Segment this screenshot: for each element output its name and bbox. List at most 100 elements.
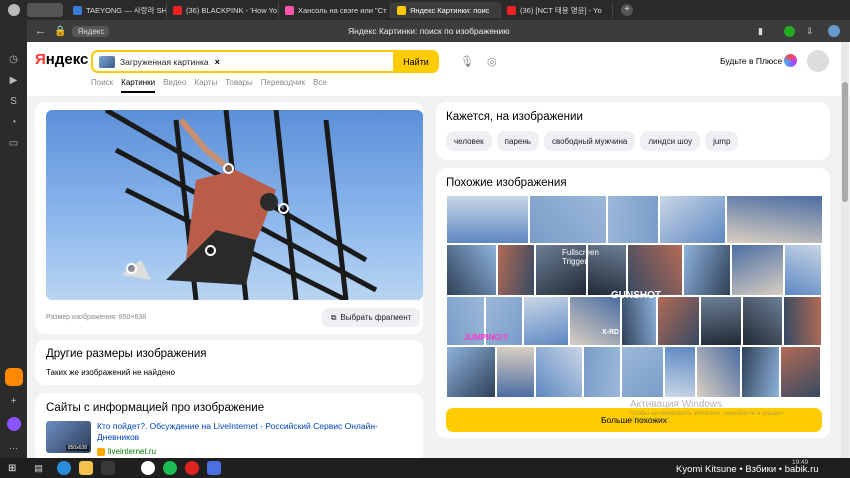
hotspot-marker[interactable] — [278, 203, 289, 214]
new-tab-button[interactable]: + — [621, 4, 633, 16]
query-image[interactable] — [46, 110, 423, 300]
search-bar[interactable]: Загруженная картинка × Найти — [91, 50, 439, 73]
extensions-icon[interactable]: ⇩ — [806, 26, 814, 37]
windows-start-icon[interactable]: ⊞ — [8, 463, 16, 474]
nav-item-search[interactable]: Поиск — [91, 78, 113, 93]
clear-icon[interactable]: × — [215, 57, 220, 67]
tablet-icon[interactable]: ▭ — [9, 138, 18, 149]
site-link[interactable]: Кто пойдет?. Обсуждение на LiveInternet … — [97, 421, 417, 443]
similar-image[interactable] — [783, 296, 822, 346]
tag-chip[interactable]: парень — [496, 131, 539, 151]
similar-image[interactable] — [696, 346, 741, 398]
similar-image[interactable] — [731, 244, 784, 296]
similar-image[interactable] — [535, 346, 583, 398]
overlay-text: JUMPING!!! — [464, 333, 509, 342]
tab-4[interactable]: (36) [NCT 태용 명윤] - Yo — [501, 2, 613, 18]
similar-image[interactable] — [627, 244, 683, 296]
similar-image[interactable] — [657, 296, 700, 346]
app-icon[interactable] — [4, 368, 23, 386]
nav-item-maps[interactable]: Карты — [194, 78, 217, 93]
plus-link[interactable]: Будьте в Плюсе — [720, 56, 782, 66]
image-card: Размер изображения: 850×638 ⧉ Выбрать фра… — [35, 102, 423, 334]
similar-image[interactable] — [700, 296, 742, 346]
yandex-browser-icon[interactable] — [140, 461, 155, 475]
similar-image[interactable] — [659, 195, 726, 244]
tag-list: человек парень свободный мужчина линдси … — [446, 131, 739, 151]
opera-icon[interactable] — [184, 461, 199, 475]
similar-image[interactable] — [446, 346, 496, 398]
similar-image[interactable] — [446, 195, 529, 244]
tab-2[interactable]: Ханcоль на свэге или "Ст — [279, 2, 391, 18]
plus-icon[interactable] — [784, 54, 797, 67]
yandex-logo[interactable]: Яндекс — [35, 51, 88, 68]
music-icon[interactable]: S — [10, 96, 17, 107]
nav-item-translate[interactable]: Переводчик — [261, 78, 305, 93]
camera-icon[interactable]: ◎ — [487, 55, 497, 68]
scrollbar-thumb[interactable] — [842, 82, 848, 202]
nav-item-images[interactable]: Картинки — [121, 78, 156, 93]
play-icon[interactable]: ▶ — [10, 75, 18, 86]
site-domain[interactable]: liveinternet.ru — [108, 447, 156, 456]
tab-0[interactable]: TAEYONG — 사랑라 SHAL — [67, 2, 167, 18]
similar-image[interactable] — [529, 195, 607, 244]
profile-icon[interactable] — [828, 25, 840, 37]
tag-chip[interactable]: jump — [705, 131, 739, 151]
similar-image[interactable] — [683, 244, 731, 296]
folder-icon[interactable] — [78, 461, 93, 475]
similar-image[interactable] — [583, 346, 621, 398]
site-thumbnail[interactable]: 850x638 — [46, 421, 91, 453]
similar-image[interactable] — [726, 195, 822, 244]
hotspot-marker[interactable] — [223, 163, 234, 174]
user-icon[interactable] — [7, 4, 20, 16]
teams-icon[interactable] — [206, 461, 221, 475]
alice-icon[interactable] — [6, 417, 21, 431]
more-icon[interactable]: … — [9, 441, 19, 452]
hotspot-marker[interactable] — [205, 245, 216, 256]
yandex-icon — [397, 5, 406, 15]
shield-icon[interactable] — [784, 25, 795, 37]
similar-image[interactable] — [621, 346, 664, 398]
similar-image[interactable] — [496, 346, 535, 398]
similar-image[interactable] — [784, 244, 822, 296]
nav-item-video[interactable]: Видео — [163, 78, 186, 93]
similar-image[interactable] — [569, 296, 621, 346]
tab-title: (36) [NCT 태용 명윤] - Yo — [520, 5, 602, 15]
tab-favicon-icon — [285, 5, 294, 15]
microphone-icon[interactable]: 🎙 — [460, 55, 474, 68]
search-button[interactable]: Найти — [393, 50, 439, 73]
edge-icon[interactable] — [56, 461, 71, 475]
tab-3[interactable]: Яндекс Картинки: поис — [391, 2, 501, 18]
app-icon[interactable] — [162, 461, 177, 475]
similar-image[interactable] — [664, 346, 696, 398]
similar-image[interactable] — [497, 244, 535, 296]
similar-image[interactable] — [523, 296, 569, 346]
tags-card: Кажется, на изображении человек парень с… — [436, 102, 830, 160]
query-image-art — [104, 110, 378, 300]
select-fragment-button[interactable]: ⧉ Выбрать фрагмент — [322, 308, 420, 327]
back-icon[interactable]: ← — [35, 25, 46, 37]
address-bar[interactable]: Яндекс — [72, 25, 110, 37]
history-icon[interactable]: ◷ — [9, 54, 18, 65]
store-icon[interactable] — [100, 461, 115, 475]
avatar[interactable] — [807, 50, 829, 72]
similar-image[interactable] — [621, 296, 657, 346]
similar-image[interactable] — [607, 195, 659, 244]
hotspot-marker[interactable] — [126, 263, 137, 274]
add-panel-icon[interactable]: + — [11, 396, 17, 407]
tab-1[interactable]: (36) BLACKPINK - 'How Yo — [167, 2, 279, 18]
tab-switcher-icon[interactable] — [27, 3, 63, 17]
tag-chip[interactable]: линдси шоу — [640, 131, 701, 151]
nav-item-goods[interactable]: Товары — [225, 78, 253, 93]
browser-sidebar: ◷ ▶ S ◔ ▭ + … — [0, 0, 27, 458]
tag-chip[interactable]: свободный мужчина — [543, 131, 636, 151]
scrollbar[interactable] — [841, 42, 849, 458]
similar-image[interactable] — [742, 296, 783, 346]
task-view-icon[interactable]: ▤ — [34, 463, 43, 474]
bookmark-icon[interactable]: ▮ — [758, 26, 763, 37]
clock-icon[interactable]: ◔ — [10, 117, 16, 128]
nav-item-all[interactable]: Все — [313, 78, 327, 93]
tag-chip[interactable]: человек — [446, 131, 492, 151]
similar-image[interactable] — [741, 346, 780, 398]
similar-image[interactable] — [446, 244, 497, 296]
similar-image[interactable] — [780, 346, 821, 398]
